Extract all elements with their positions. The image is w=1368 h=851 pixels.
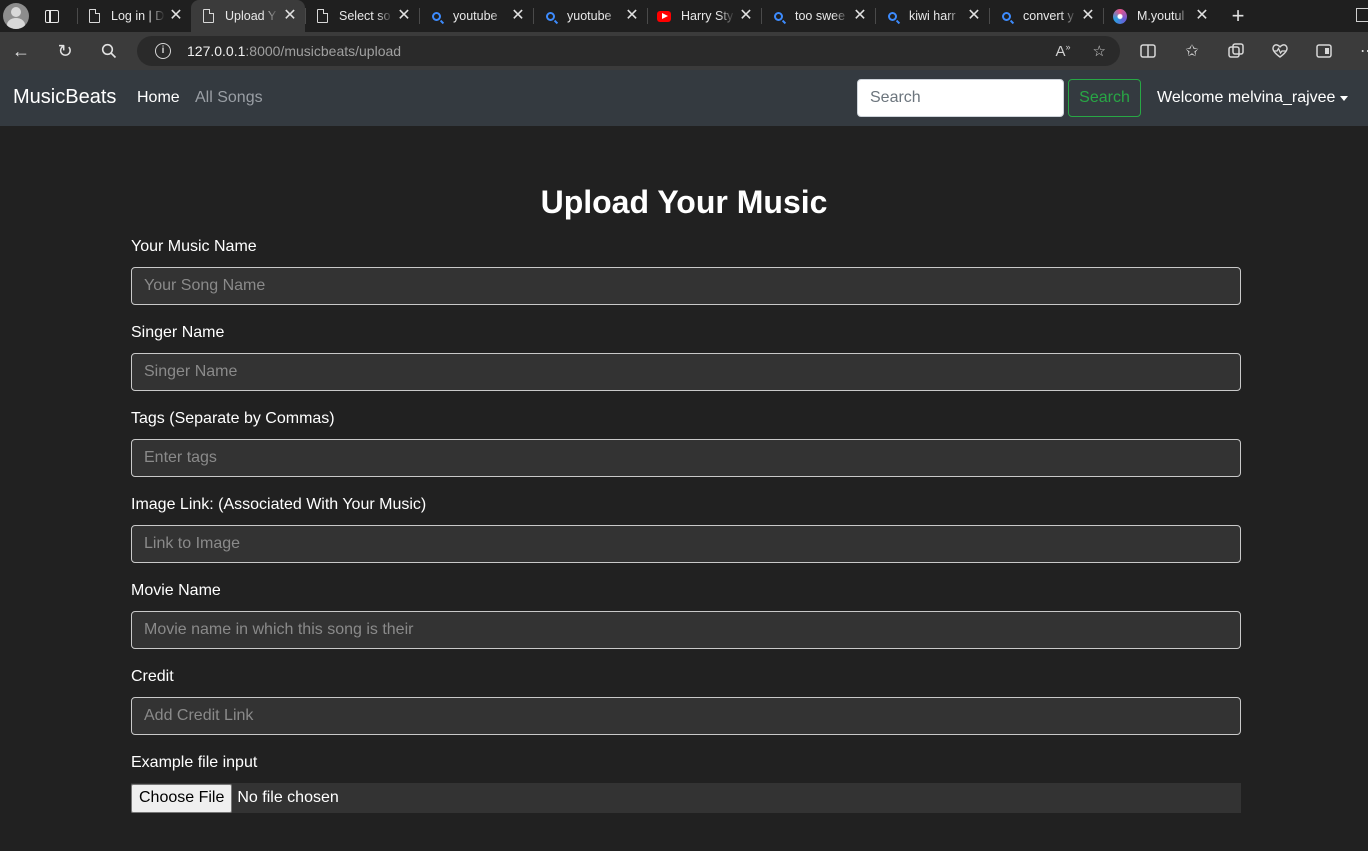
page-icon: [315, 9, 329, 23]
caret-down-icon: [1340, 95, 1349, 101]
tab-title: youtube: [453, 9, 498, 23]
movie-name-label: Movie Name: [131, 582, 221, 599]
browser-tab-strip: Log in | D ✕ Upload Y ✕ Select so ✕ yout…: [0, 0, 1368, 32]
tags-input[interactable]: [131, 439, 1241, 477]
search-icon[interactable]: [91, 36, 127, 66]
close-icon[interactable]: ✕: [739, 8, 753, 24]
window-control-icon[interactable]: [1356, 8, 1368, 22]
credit-label: Credit: [131, 668, 174, 685]
search-icon: [999, 9, 1013, 23]
user-menu-dropdown[interactable]: Welcome melvina_rajvee: [1157, 89, 1349, 107]
close-icon[interactable]: ✕: [1195, 8, 1209, 24]
close-icon[interactable]: ✕: [283, 8, 297, 24]
music-name-label: Your Music Name: [131, 238, 257, 255]
tab-title: Log in | D: [111, 9, 165, 23]
brand-logo[interactable]: MusicBeats: [13, 86, 116, 109]
search-input[interactable]: [857, 79, 1064, 117]
tab-title: Upload Y: [225, 9, 277, 23]
tab-title: Harry Sty: [681, 9, 734, 23]
tab-actions-icon[interactable]: [37, 1, 67, 31]
nav-link-home[interactable]: Home: [137, 89, 180, 107]
browser-tab[interactable]: too swee ✕: [761, 0, 875, 32]
tab-title: convert y: [1023, 9, 1074, 23]
browser-tab[interactable]: M.youtul ✕: [1103, 0, 1217, 32]
youtube-icon: [657, 9, 671, 23]
close-icon[interactable]: ✕: [511, 8, 525, 24]
file-status-text: No file chosen: [237, 789, 339, 806]
tab-title: Select so: [339, 9, 391, 23]
info-icon[interactable]: i: [155, 43, 171, 59]
movie-name-input[interactable]: [131, 611, 1241, 649]
close-icon[interactable]: ✕: [853, 8, 867, 24]
page-icon: [87, 9, 101, 23]
browser-tab[interactable]: Log in | D ✕: [77, 0, 191, 32]
flower-icon: [1113, 8, 1127, 24]
close-icon[interactable]: ✕: [169, 8, 183, 24]
music-name-input[interactable]: [131, 267, 1241, 305]
search-icon: [885, 9, 899, 23]
favorites-icon[interactable]: ✩: [1178, 37, 1206, 65]
choose-file-button[interactable]: Choose File: [131, 783, 233, 813]
tab-title: too swee: [795, 9, 846, 23]
url-host: 127.0.0.1: [187, 43, 246, 59]
browser-tab[interactable]: kiwi harr ✕: [875, 0, 989, 32]
browser-essentials-icon[interactable]: [1266, 37, 1294, 65]
browser-tab-active[interactable]: Upload Y ✕: [191, 0, 305, 32]
file-input[interactable]: Choose File No file chosen: [131, 783, 1241, 813]
image-link-label: Image Link: (Associated With Your Music): [131, 496, 427, 513]
star-icon[interactable]: ☆: [1093, 42, 1106, 60]
tab-title: kiwi harr: [909, 9, 956, 23]
nav-link-all-songs[interactable]: All Songs: [195, 89, 263, 107]
welcome-text: Welcome melvina_rajvee: [1157, 89, 1336, 106]
search-button[interactable]: Search: [1068, 79, 1141, 117]
tab-title: yuotube: [567, 9, 612, 23]
browser-toolbar: ← ↻ i 127.0.0.1:8000/musicbeats/upload A…: [0, 32, 1368, 70]
tab-title: M.youtul: [1137, 9, 1185, 23]
upload-form-section: Upload Your Music Your Music Name Singer…: [0, 126, 1368, 851]
close-icon[interactable]: ✕: [967, 8, 981, 24]
page-title: Upload Your Music: [540, 184, 828, 220]
profile-avatar-icon[interactable]: [3, 3, 29, 29]
close-icon[interactable]: ✕: [397, 8, 411, 24]
address-bar[interactable]: i 127.0.0.1:8000/musicbeats/upload A» ☆: [137, 36, 1120, 66]
search-icon: [429, 9, 443, 23]
site-navbar: MusicBeats Home All Songs Search Welcome…: [0, 70, 1368, 126]
tab-list: Log in | D ✕ Upload Y ✕ Select so ✕ yout…: [77, 0, 1217, 32]
singer-name-label: Singer Name: [131, 324, 225, 341]
browser-tab[interactable]: youtube ✕: [419, 0, 533, 32]
url-text[interactable]: 127.0.0.1:8000/musicbeats/upload: [187, 43, 401, 59]
close-icon[interactable]: ✕: [1081, 8, 1095, 24]
read-aloud-icon[interactable]: A»: [1056, 42, 1071, 60]
back-arrow-icon[interactable]: ←: [3, 36, 39, 66]
refresh-icon[interactable]: ↻: [47, 36, 83, 66]
new-tab-button[interactable]: +: [1223, 1, 1253, 31]
search-icon: [543, 9, 557, 23]
browser-tab[interactable]: Select so ✕: [305, 0, 419, 32]
browser-tab[interactable]: Harry Sty ✕: [647, 0, 761, 32]
page-icon: [201, 9, 215, 23]
singer-name-input[interactable]: [131, 353, 1241, 391]
split-screen-icon[interactable]: [1134, 37, 1162, 65]
credit-input[interactable]: [131, 697, 1241, 735]
file-input-label: Example file input: [131, 754, 258, 771]
url-path: :8000/musicbeats/upload: [245, 43, 402, 59]
more-icon[interactable]: ⋯: [1354, 37, 1368, 65]
close-icon[interactable]: ✕: [625, 8, 639, 24]
search-icon: [771, 9, 785, 23]
collections-icon[interactable]: [1222, 37, 1250, 65]
sidebar-icon[interactable]: [1310, 37, 1338, 65]
tags-label: Tags (Separate by Commas): [131, 410, 335, 427]
browser-tab[interactable]: convert y ✕: [989, 0, 1103, 32]
image-link-input[interactable]: [131, 525, 1241, 563]
browser-tab[interactable]: yuotube ✕: [533, 0, 647, 32]
